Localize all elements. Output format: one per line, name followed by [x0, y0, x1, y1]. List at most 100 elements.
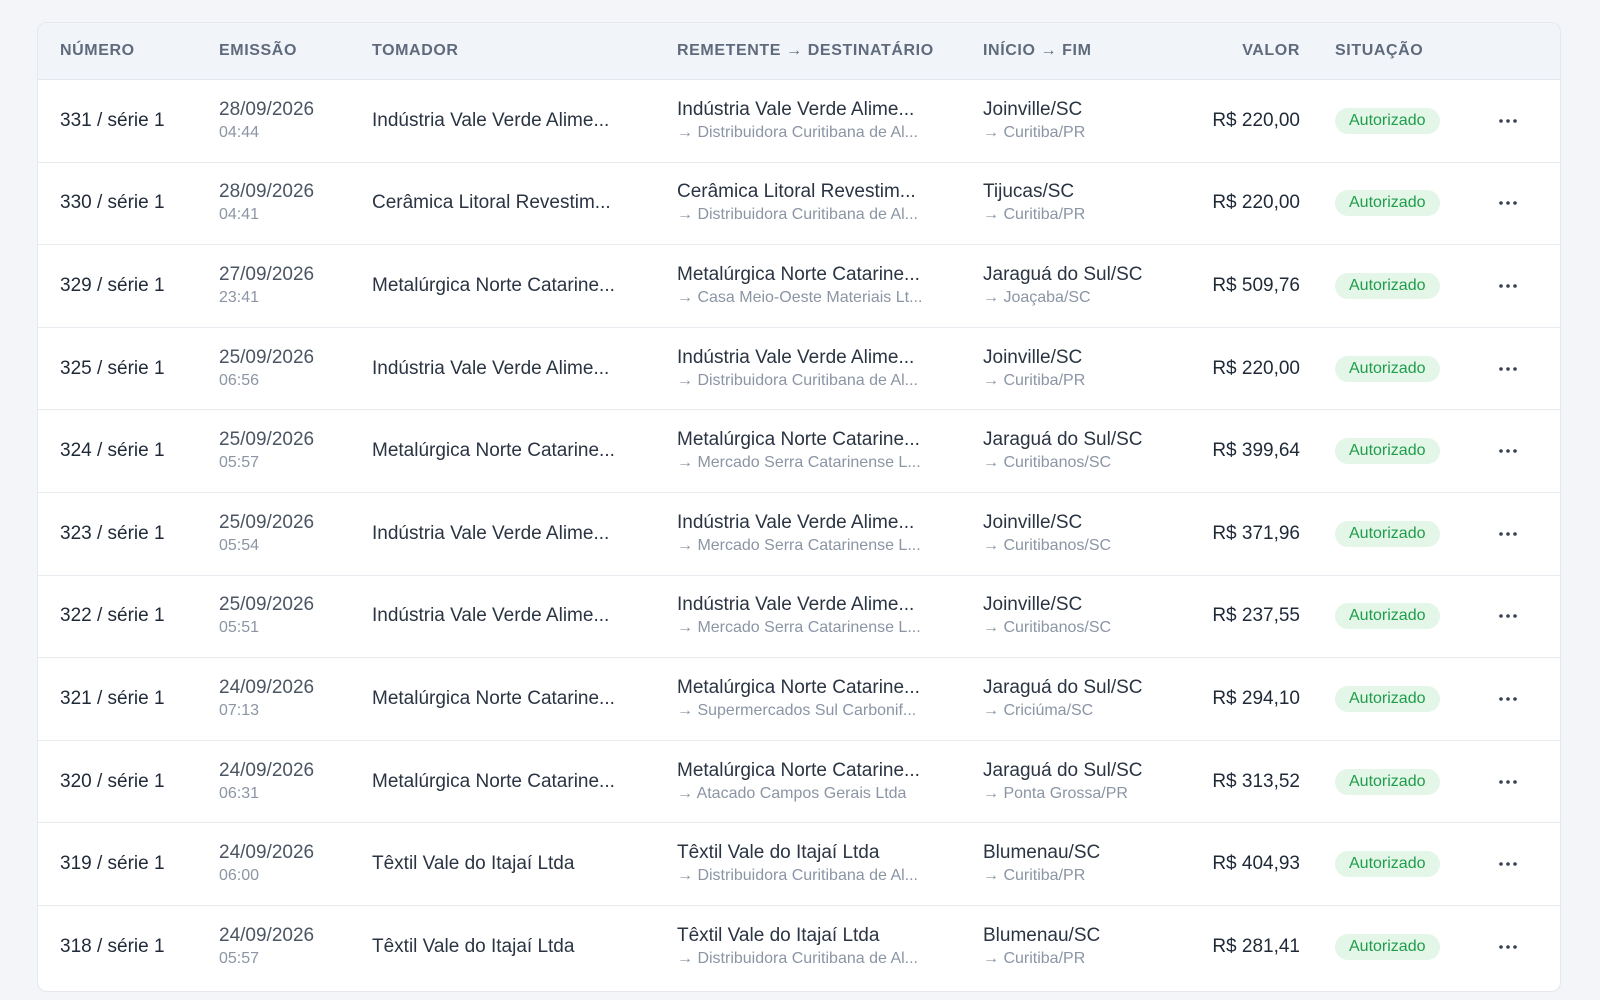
status-badge: Autorizado	[1335, 520, 1440, 547]
destinatario-name: → Mercado Serra Catarinense L...	[677, 619, 921, 637]
column-header-inicio-fim[interactable]: INÍCIO → FIM	[983, 23, 1092, 79]
freight-value: R$ 371,96	[1212, 522, 1300, 544]
row-actions-button[interactable]	[1488, 354, 1528, 384]
cell-emissao: 28/09/2026 04:44	[219, 80, 359, 162]
remetente-name: Indústria Vale Verde Alime...	[677, 594, 915, 616]
cell-situacao: Autorizado	[1335, 741, 1475, 823]
table-row[interactable]: 329 / série 1 27/09/2026 23:41 Metalúrgi…	[38, 245, 1560, 328]
freight-value: R$ 281,41	[1212, 936, 1300, 958]
cell-actions	[1478, 658, 1538, 740]
cell-actions	[1478, 80, 1538, 162]
row-actions-button[interactable]	[1488, 436, 1528, 466]
document-number: 331 / série 1	[60, 109, 165, 131]
tomador-name: Metalúrgica Norte Catarine...	[372, 274, 615, 296]
cell-remetente-destinatario: Têxtil Vale do Itajaí Ltda → Distribuido…	[677, 906, 967, 989]
cell-emissao: 25/09/2026 05:54	[219, 493, 359, 575]
cell-tomador: Têxtil Vale do Itajaí Ltda	[372, 823, 662, 905]
freight-value: R$ 399,64	[1212, 440, 1300, 462]
row-actions-button[interactable]	[1488, 932, 1528, 962]
status-badge: Autorizado	[1335, 438, 1440, 465]
more-horizontal-icon	[1499, 449, 1517, 453]
status-badge: Autorizado	[1335, 603, 1440, 630]
table-row[interactable]: 331 / série 1 28/09/2026 04:44 Indústria…	[38, 80, 1560, 163]
issue-time: 05:57	[219, 950, 260, 968]
column-header-situacao[interactable]: SITUAÇÃO	[1335, 23, 1423, 79]
column-header-valor[interactable]: VALOR	[1158, 23, 1300, 79]
freight-value: R$ 509,76	[1212, 274, 1300, 296]
table-row[interactable]: 324 / série 1 25/09/2026 05:57 Metalúrgi…	[38, 410, 1560, 493]
cell-tomador: Metalúrgica Norte Catarine...	[372, 245, 662, 327]
cell-remetente-destinatario: Metalúrgica Norte Catarine... → Supermer…	[677, 658, 967, 740]
row-actions-button[interactable]	[1488, 767, 1528, 797]
cell-actions	[1478, 245, 1538, 327]
table-row[interactable]: 325 / série 1 25/09/2026 06:56 Indústria…	[38, 328, 1560, 411]
table-header: NÚMERO EMISSÃO TOMADOR REMETENTE → DESTI…	[38, 23, 1560, 80]
tomador-name: Têxtil Vale do Itajaí Ltda	[372, 853, 575, 875]
destinatario-name: → Mercado Serra Catarinense L...	[677, 536, 921, 554]
tomador-name: Metalúrgica Norte Catarine...	[372, 440, 615, 462]
row-actions-button[interactable]	[1488, 188, 1528, 218]
destinatario-name: → Casa Meio-Oeste Materiais Lt...	[677, 288, 923, 306]
table-body: 331 / série 1 28/09/2026 04:44 Indústria…	[38, 80, 1560, 989]
issue-date: 28/09/2026	[219, 98, 315, 120]
cell-valor: R$ 220,00	[1158, 328, 1300, 410]
remetente-name: Indústria Vale Verde Alime...	[677, 511, 915, 533]
freight-value: R$ 220,00	[1212, 109, 1300, 131]
cell-numero: 319 / série 1	[60, 823, 200, 905]
table-row[interactable]: 318 / série 1 24/09/2026 05:57 Têxtil Va…	[38, 906, 1560, 989]
status-badge: Autorizado	[1335, 685, 1440, 712]
document-number: 329 / série 1	[60, 274, 165, 296]
issue-time: 05:51	[219, 619, 260, 637]
tomador-name: Indústria Vale Verde Alime...	[372, 357, 610, 379]
row-actions-button[interactable]	[1488, 519, 1528, 549]
column-header-remetente-destinatario[interactable]: REMETENTE → DESTINATÁRIO	[677, 23, 934, 79]
status-badge: Autorizado	[1335, 272, 1440, 299]
issue-date: 25/09/2026	[219, 511, 315, 533]
row-actions-button[interactable]	[1488, 106, 1528, 136]
table-row[interactable]: 322 / série 1 25/09/2026 05:51 Indústria…	[38, 576, 1560, 659]
freight-value: R$ 404,93	[1212, 853, 1300, 875]
issue-date: 28/09/2026	[219, 181, 315, 203]
cell-valor: R$ 404,93	[1158, 823, 1300, 905]
table-row[interactable]: 330 / série 1 28/09/2026 04:41 Cerâmica …	[38, 163, 1560, 246]
issue-date: 24/09/2026	[219, 842, 315, 864]
destinatario-name: → Distribuidora Curitibana de Al...	[677, 206, 918, 224]
status-badge: Autorizado	[1335, 355, 1440, 382]
row-actions-button[interactable]	[1488, 271, 1528, 301]
column-header-emissao[interactable]: EMISSÃO	[219, 23, 297, 79]
tomador-name: Indústria Vale Verde Alime...	[372, 109, 610, 131]
column-header-numero[interactable]: NÚMERO	[60, 23, 135, 79]
table-row[interactable]: 319 / série 1 24/09/2026 06:00 Têxtil Va…	[38, 823, 1560, 906]
table-row[interactable]: 323 / série 1 25/09/2026 05:54 Indústria…	[38, 493, 1560, 576]
cell-emissao: 28/09/2026 04:41	[219, 163, 359, 245]
destinatario-name: → Mercado Serra Catarinense L...	[677, 454, 921, 472]
tomador-name: Têxtil Vale do Itajaí Ltda	[372, 936, 575, 958]
cell-numero: 320 / série 1	[60, 741, 200, 823]
cell-numero: 321 / série 1	[60, 658, 200, 740]
status-badge: Autorizado	[1335, 934, 1440, 961]
issue-date: 27/09/2026	[219, 263, 315, 285]
destinatario-name: → Supermercados Sul Carbonif...	[677, 701, 917, 719]
destinatario-name: → Distribuidora Curitibana de Al...	[677, 371, 918, 389]
cell-tomador: Indústria Vale Verde Alime...	[372, 80, 662, 162]
more-horizontal-icon	[1499, 614, 1517, 619]
table-row[interactable]: 321 / série 1 24/09/2026 07:13 Metalúrgi…	[38, 658, 1560, 741]
row-actions-button[interactable]	[1488, 849, 1528, 879]
column-header-tomador[interactable]: TOMADOR	[372, 23, 459, 79]
cell-numero: 329 / série 1	[60, 245, 200, 327]
row-actions-button[interactable]	[1488, 601, 1528, 631]
more-horizontal-icon	[1499, 531, 1517, 536]
cell-numero: 330 / série 1	[60, 163, 200, 245]
table-row[interactable]: 320 / série 1 24/09/2026 06:31 Metalúrgi…	[38, 741, 1560, 824]
cell-tomador: Indústria Vale Verde Alime...	[372, 576, 662, 658]
cell-emissao: 24/09/2026 05:57	[219, 906, 359, 989]
cell-valor: R$ 220,00	[1158, 80, 1300, 162]
cell-remetente-destinatario: Indústria Vale Verde Alime... → Mercado …	[677, 493, 967, 575]
issue-time: 05:54	[219, 536, 260, 554]
row-actions-button[interactable]	[1488, 684, 1528, 714]
remetente-name: Cerâmica Litoral Revestim...	[677, 181, 916, 203]
cell-emissao: 25/09/2026 06:56	[219, 328, 359, 410]
tomador-name: Indústria Vale Verde Alime...	[372, 522, 610, 544]
document-number: 323 / série 1	[60, 522, 165, 544]
cell-valor: R$ 281,41	[1158, 906, 1300, 989]
